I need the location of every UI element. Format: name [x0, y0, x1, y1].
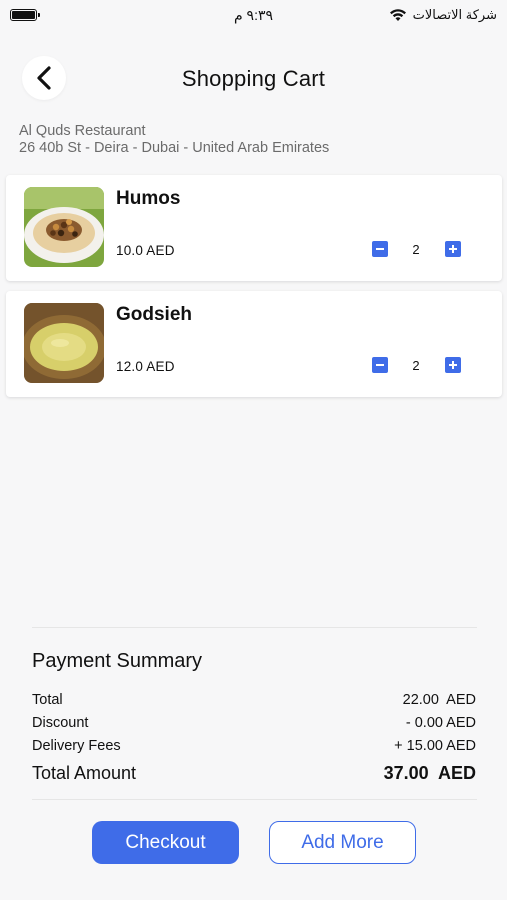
add-more-button[interactable]: Add More	[269, 821, 416, 864]
status-bar: ٩:٣٩ م شركة الاتصالات	[0, 0, 507, 30]
checkout-button[interactable]: Checkout	[92, 821, 239, 864]
discount-value: - 0.00 AED	[405, 715, 476, 731]
header: Shopping Cart	[0, 56, 507, 104]
item-image-humos	[24, 187, 104, 267]
item-name: Godsieh	[116, 304, 193, 325]
increase-quantity-button[interactable]	[445, 357, 461, 373]
decrease-quantity-button[interactable]	[372, 357, 388, 373]
delivery-fees-value: + 15.00 AED	[394, 738, 476, 754]
item-price: 12.0 AED	[116, 359, 175, 374]
summary-row-total: Total 22.00 AED	[32, 692, 476, 708]
page-title: Shopping Cart	[181, 66, 326, 91]
restaurant-info: Al Quds Restaurant 26 40b St - Deira - D…	[19, 123, 329, 157]
cart-item: Humos 10.0 AED 2	[6, 175, 502, 281]
summary-row-discount: Discount - 0.00 AED	[32, 715, 476, 731]
cart-item: Godsieh 12.0 AED 2	[6, 291, 502, 397]
total-amount-label: Total Amount	[32, 763, 137, 783]
carrier-name: شركة الاتصالات	[412, 7, 497, 22]
battery-icon	[10, 9, 40, 21]
total-label: Total	[32, 692, 63, 708]
total-value: 22.00 AED	[402, 692, 476, 708]
restaurant-name: Al Quds Restaurant	[19, 123, 146, 139]
item-price: 10.0 AED	[116, 243, 175, 258]
item-image-godsieh	[24, 303, 104, 383]
decrease-quantity-button[interactable]	[372, 241, 388, 257]
restaurant-address: 26 40b St - Deira - Dubai - United Arab …	[19, 140, 330, 156]
divider	[32, 799, 477, 800]
item-name: Humos	[116, 188, 181, 209]
payment-summary-title: Payment Summary	[32, 650, 203, 672]
increase-quantity-button[interactable]	[445, 241, 461, 257]
delivery-fees-label: Delivery Fees	[32, 738, 121, 754]
summary-row-delivery: Delivery Fees + 15.00 AED	[32, 738, 476, 754]
divider	[32, 627, 477, 628]
item-quantity: 2	[412, 358, 420, 373]
item-quantity: 2	[412, 242, 420, 257]
wifi-icon	[389, 9, 406, 21]
total-amount-value: 37.00 AED	[383, 763, 476, 783]
discount-label: Discount	[32, 715, 89, 731]
summary-row-total-amount: Total Amount 37.00 AED	[32, 763, 476, 784]
